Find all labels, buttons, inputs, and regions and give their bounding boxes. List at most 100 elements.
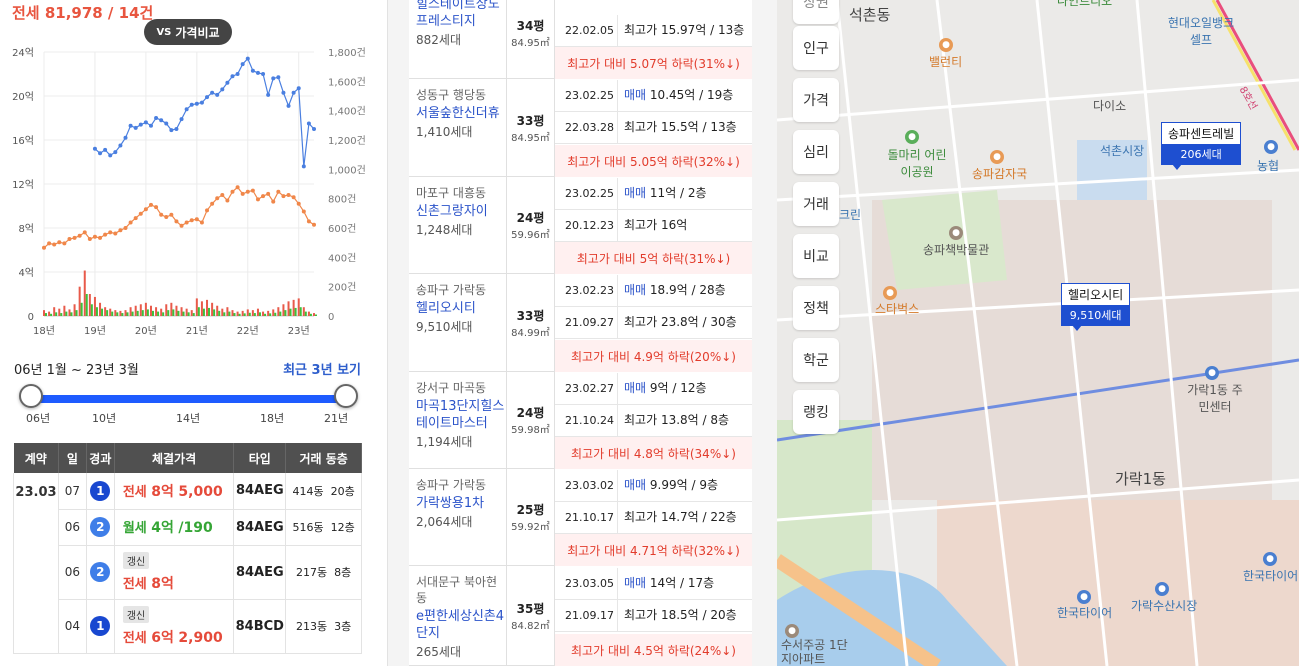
table-row[interactable]: 04 1 갱신 전세 6억 2,900 84BCD 213동 3층 [14, 599, 362, 654]
price-point [215, 92, 220, 97]
map-marker-songpa-centreville[interactable]: 송파센트레빌 206세대 [1161, 122, 1242, 170]
trade-table: 계약 일 경과 체결가격 타입 거래 동층 23.03 07 1 전세 8억 5… [13, 443, 362, 654]
row-date: 21.09.27 [555, 307, 618, 338]
volume-bar [304, 311, 307, 316]
map-button-trade[interactable]: 거래 [793, 182, 839, 226]
volume-bar [248, 312, 251, 316]
map-marker-helio-city[interactable]: 헬리오시티 9,510세대 [1061, 283, 1131, 331]
map-button-population[interactable]: 인구 [793, 26, 839, 70]
row-amount: 18.9억 / 28층 [649, 283, 726, 297]
price-point [159, 212, 164, 217]
map-label-starbucks: 스타벅스 [875, 302, 920, 316]
contract-month: 23.03 [13, 473, 59, 654]
price-point [143, 207, 148, 212]
y-left-tick-label: 16억 [12, 135, 34, 147]
table-row[interactable]: 23.03 07 1 전세 8억 5,000 84AEG 414동 20층 [13, 473, 362, 654]
apartment-name-link[interactable]: 서울숲한신더휴 [416, 105, 506, 122]
park-area [882, 190, 1007, 290]
price-point [210, 201, 215, 206]
price-point [164, 121, 169, 126]
volume-bar [256, 308, 259, 316]
apartment-info: 힐스테이트상도프레스티지 882세대 [409, 0, 507, 78]
apartment-name-link[interactable]: 신촌그랑자이 [416, 203, 506, 220]
price-point [250, 188, 255, 193]
restaurant-icon: ● [990, 150, 1004, 164]
apartment-card[interactable]: 서대문구 북아현동 e편한세상신촌4단지 265세대 35평 84.82㎡ 23.03.0… [409, 566, 752, 666]
price-point [62, 241, 67, 246]
volume-bar [192, 313, 195, 316]
map-label-book-museum: 송파책박물관 [923, 243, 990, 257]
table-row[interactable]: 06 2 월세 4억 /190 84AEG 516동 12층 [14, 509, 362, 546]
volume-bar [165, 304, 168, 316]
apartment-card[interactable]: 성동구 행당동 서울숲한신더휴 1,410세대 33평 84.95㎡ 23.02.25 매매… [409, 79, 752, 177]
map-button-sentiment[interactable]: 심리 [793, 130, 839, 174]
marker-households: 206세대 [1162, 144, 1241, 164]
map-view[interactable]: 상권 인구 가격 심리 거래 비교 정책 학군 랭킹 나인트리오 석촌동 현대오… [777, 0, 1299, 666]
dong-floor-cell: 414동 20층 [285, 473, 362, 510]
y-right-tick-label: 400건 [328, 252, 356, 264]
jeonse-summary: 전세 81,978 / 14건 [12, 4, 154, 22]
apartment-card[interactable]: 힐스테이트상도프레스티지 882세대 34평 84.95㎡ 22.02.05 최고가 15… [409, 0, 752, 79]
trade-dong: 213동 [296, 620, 328, 633]
price-point [245, 189, 250, 194]
price-point [169, 128, 174, 133]
col-price: 체결가격 [114, 443, 235, 473]
trade-price: 전세 8억 [123, 576, 174, 592]
period-range-label: 06년 1월 ~ 23년 3월 [14, 363, 139, 378]
map-button-ranking[interactable]: 랭킹 [793, 390, 839, 434]
volume-bar [124, 310, 127, 316]
table-row[interactable]: 06 2 갱신 전세 8억 84AEG 217동 8층 [14, 545, 362, 600]
volume-bar [282, 304, 285, 316]
price-point [118, 228, 123, 233]
price-point [143, 120, 148, 125]
apartment-card[interactable]: 마포구 대흥동 신촌그랑자이 1,248세대 24평 59.96㎡ 23.02.25 매매 … [409, 177, 752, 274]
price-point [225, 80, 230, 85]
apartment-name-link[interactable]: 힐스테이트상도프레스티지 [416, 0, 506, 30]
price-point [133, 125, 138, 130]
renewal-badge: 갱신 [122, 551, 150, 569]
row-label: 매매 [624, 185, 647, 200]
apartment-card[interactable]: 송파구 가락동 헬리오시티 9,510세대 33평 84.99㎡ 23.02.23 매매 1… [409, 274, 752, 372]
map-canvas[interactable] [777, 0, 1299, 666]
volume-bar [121, 313, 124, 316]
row-label: 최고가 [624, 23, 658, 37]
period-slider-start-handle[interactable] [19, 384, 43, 408]
price-point [77, 233, 82, 238]
period-slider-track[interactable] [31, 395, 346, 403]
row-value: 매매 9.99억 / 9층 [618, 478, 718, 493]
volume-bar [160, 308, 163, 316]
volume-bar [299, 307, 302, 316]
price-point [205, 95, 210, 100]
price-drop-text: 최고가 대비 4.8억 하락(34%↓) [555, 437, 752, 469]
price-point [312, 222, 316, 227]
period-slider-end-handle[interactable] [334, 384, 358, 408]
apartment-card[interactable]: 송파구 가락동 가락쌍용1차 2,064세대 25평 59.92㎡ 23.03.02 매매 … [409, 469, 752, 566]
apartment-size: 35평 84.82㎡ [507, 566, 555, 665]
trade-floor: 3층 [334, 620, 352, 633]
slider-tick: 14년 [176, 412, 201, 425]
apartment-name-link[interactable]: 가락쌍용1차 [416, 495, 506, 512]
recent-3-years-link[interactable]: 최근 3년 보기 [283, 359, 361, 378]
apartment-name-link[interactable]: 마곡13단지힐스테이트마스터 [416, 398, 506, 432]
price-point [271, 76, 276, 81]
apartment-name-link[interactable]: 헬리오시티 [416, 300, 506, 317]
volume-bar [309, 313, 312, 316]
volume-bar [101, 308, 104, 316]
price-point [103, 147, 108, 152]
apartment-name-link[interactable]: e편한세상신촌4단지 [416, 608, 506, 642]
apartment-card[interactable]: 강서구 마곡동 마곡13단지힐스테이트마스터 1,194세대 24평 59.98㎡ 23.… [409, 372, 752, 469]
apartment-households: 1,410세대 [416, 125, 473, 139]
x-tick-label: 18년 [33, 325, 55, 337]
map-button-price[interactable]: 가격 [793, 78, 839, 122]
price-point [108, 230, 113, 235]
map-button-compare[interactable]: 비교 [793, 234, 839, 278]
volume-bar [258, 312, 261, 316]
apartment-info: 송파구 가락동 가락쌍용1차 2,064세대 [409, 469, 507, 565]
volume-bar [277, 307, 280, 316]
price-point [87, 237, 92, 241]
price-point [255, 70, 260, 75]
map-button-partial[interactable]: 상권 [793, 0, 839, 24]
map-button-school[interactable]: 학군 [793, 338, 839, 382]
price-point [240, 62, 245, 67]
map-button-policy[interactable]: 정책 [793, 286, 839, 330]
